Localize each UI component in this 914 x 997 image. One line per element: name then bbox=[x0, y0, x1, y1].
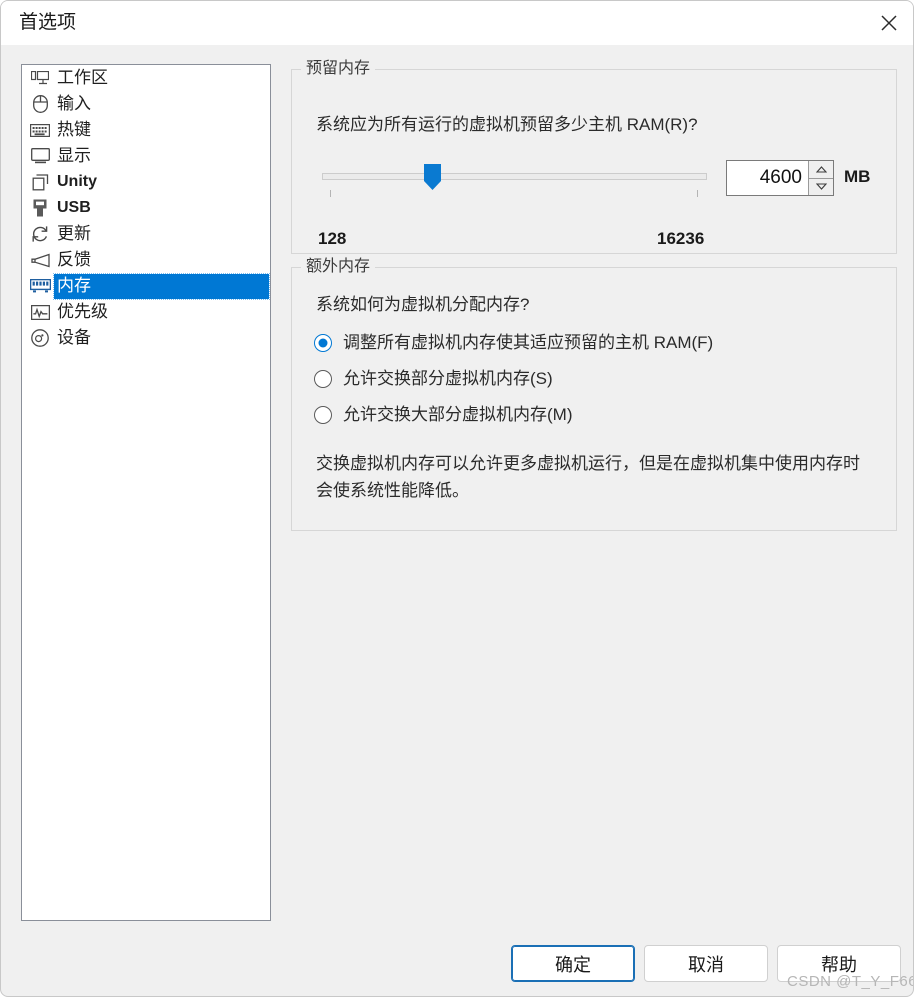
sidebar-item-label: 优先级 bbox=[57, 301, 108, 321]
reserved-memory-group-title: 预留内存 bbox=[301, 59, 376, 79]
preferences-dialog: 首选项 工作区 输入 热键 显示 Unity USB 更新 反馈 内存 优先级 … bbox=[0, 0, 914, 997]
cancel-button-label: 取消 bbox=[688, 954, 724, 975]
sidebar-item-devices[interactable]: 设备 bbox=[22, 325, 270, 351]
sidebar-item-label: 更新 bbox=[57, 223, 91, 243]
window-title: 首选项 bbox=[19, 12, 77, 33]
radio-label: 调整所有虚拟机内存使其适应预留的主机 RAM(F) bbox=[343, 333, 714, 352]
cancel-button[interactable]: 取消 bbox=[644, 945, 768, 982]
radio-unselected-icon bbox=[314, 370, 332, 388]
slider-tick-max bbox=[697, 190, 698, 197]
triangle-up-icon[interactable] bbox=[809, 161, 833, 179]
priority-graph-icon bbox=[29, 302, 51, 322]
megaphone-feedback-icon bbox=[29, 250, 51, 270]
triangle-down-icon[interactable] bbox=[809, 178, 833, 195]
extra-memory-note: 交换虚拟机内存可以允许更多虚拟机运行，但是在虚拟机集中使用内存时会使系统性能降低… bbox=[316, 454, 860, 500]
refresh-update-icon bbox=[29, 224, 51, 244]
ok-button-label: 确定 bbox=[555, 954, 591, 975]
close-icon[interactable] bbox=[863, 1, 913, 45]
sidebar-item-display[interactable]: 显示 bbox=[22, 143, 270, 169]
slider-tick-min bbox=[330, 190, 331, 197]
workspace-icon bbox=[29, 68, 51, 88]
slider-max-label: 16236 bbox=[657, 229, 705, 248]
mouse-input-icon bbox=[29, 94, 51, 114]
sidebar-item-label: USB bbox=[57, 198, 91, 216]
keyboard-hotkey-icon bbox=[29, 120, 51, 140]
sidebar-item-workspace[interactable]: 工作区 bbox=[22, 65, 270, 91]
windows-unity-icon bbox=[29, 172, 51, 192]
spinbox-value[interactable]: 4600 bbox=[727, 161, 808, 195]
monitor-display-icon bbox=[29, 146, 51, 166]
sidebar-item-label: 设备 bbox=[57, 327, 91, 347]
category-list[interactable]: 工作区 输入 热键 显示 Unity USB 更新 反馈 内存 优先级 设备 bbox=[21, 64, 271, 921]
sidebar-item-label: 反馈 bbox=[57, 249, 91, 269]
sidebar-item-label: 内存 bbox=[53, 272, 270, 300]
sidebar-item-label: 显示 bbox=[57, 145, 91, 165]
sidebar-item-feedback[interactable]: 反馈 bbox=[22, 247, 270, 273]
slider-min-label: 128 bbox=[318, 229, 347, 248]
reserved-memory-spinbox[interactable]: 4600 bbox=[726, 160, 834, 196]
reserved-memory-slider[interactable] bbox=[322, 163, 707, 203]
disc-device-icon bbox=[29, 328, 51, 348]
sidebar-item-label: 热键 bbox=[57, 119, 91, 139]
sidebar-item-updates[interactable]: 更新 bbox=[22, 221, 270, 247]
sidebar-item-memory[interactable]: 内存 bbox=[22, 272, 270, 300]
extra-memory-group: 额外内存 系统如何为虚拟机分配内存? 调整所有虚拟机内存使其适应预留的主机 RA… bbox=[291, 257, 897, 531]
memory-ram-icon bbox=[29, 276, 51, 296]
title-bar: 首选项 bbox=[1, 1, 913, 45]
help-button-label: 帮助 bbox=[821, 954, 857, 975]
sidebar-item-unity[interactable]: Unity bbox=[22, 169, 270, 195]
slider-groove[interactable] bbox=[322, 173, 707, 180]
settings-panel: 预留内存 系统应为所有运行的虚拟机预留多少主机 RAM(R)? 128 1623… bbox=[291, 56, 897, 921]
sidebar-item-label: 输入 bbox=[57, 93, 91, 113]
sidebar-item-usb[interactable]: USB bbox=[22, 195, 270, 221]
extra-memory-question: 系统如何为虚拟机分配内存? bbox=[316, 295, 530, 314]
sidebar-item-label: Unity bbox=[57, 172, 97, 190]
radio-label: 允许交换大部分虚拟机内存(M) bbox=[343, 405, 573, 424]
radio-selected-icon bbox=[314, 334, 332, 352]
spinbox-buttons bbox=[808, 161, 833, 195]
radio-label: 允许交换部分虚拟机内存(S) bbox=[343, 369, 553, 388]
reserved-memory-question: 系统应为所有运行的虚拟机预留多少主机 RAM(R)? bbox=[316, 115, 698, 134]
slider-handle[interactable] bbox=[424, 164, 441, 190]
radio-swap-some[interactable]: 允许交换部分虚拟机内存(S) bbox=[314, 368, 553, 390]
ok-button[interactable]: 确定 bbox=[511, 945, 635, 982]
radio-unselected-icon bbox=[314, 406, 332, 424]
radio-swap-most[interactable]: 允许交换大部分虚拟机内存(M) bbox=[314, 404, 572, 426]
reserved-memory-group: 预留内存 系统应为所有运行的虚拟机预留多少主机 RAM(R)? 128 1623… bbox=[291, 59, 897, 254]
sidebar-item-label: 工作区 bbox=[57, 67, 108, 87]
help-button[interactable]: 帮助 bbox=[777, 945, 901, 982]
sidebar-item-input[interactable]: 输入 bbox=[22, 91, 270, 117]
sidebar-item-priority[interactable]: 优先级 bbox=[22, 299, 270, 325]
spinbox-unit-label: MB bbox=[844, 167, 871, 186]
radio-fit-reserved-ram[interactable]: 调整所有虚拟机内存使其适应预留的主机 RAM(F) bbox=[314, 332, 713, 354]
usb-drive-icon bbox=[29, 198, 51, 218]
extra-memory-group-title: 额外内存 bbox=[301, 257, 376, 277]
sidebar-item-hotkeys[interactable]: 热键 bbox=[22, 117, 270, 143]
